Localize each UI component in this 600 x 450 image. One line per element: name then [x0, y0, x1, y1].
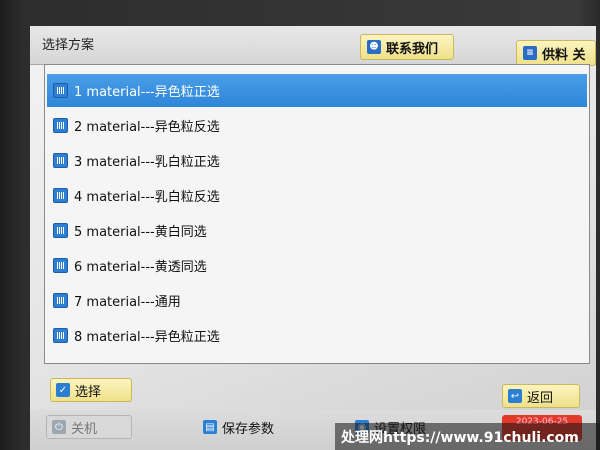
list-item-icon	[53, 223, 68, 238]
hmi-screen: 选择方案 ☻ 联系我们 ≡ 供料 关 1 material---异色粒正选 2 …	[30, 26, 596, 450]
list-item-label: 2 material---异色粒反选	[74, 120, 220, 135]
select-button[interactable]: ✓ 选择	[50, 378, 132, 402]
list-item-icon	[53, 153, 68, 168]
list-item-label: 4 material---乳白粒反选	[74, 190, 220, 205]
shutdown-button[interactable]: ⏻ 关机	[46, 415, 132, 439]
feed-toggle-label: 供料 关	[542, 47, 586, 63]
list-item-icon	[53, 293, 68, 308]
list-item[interactable]: 2 material---异色粒反选	[47, 109, 587, 142]
list-item-label: 3 material---乳白粒正选	[74, 155, 220, 170]
select-label: 选择	[75, 384, 102, 400]
recipe-list: 1 material---异色粒正选 2 material---异色粒反选 3 …	[44, 64, 590, 364]
list-item[interactable]: 5 material---黄白同选	[47, 214, 587, 247]
list-item[interactable]: 7 material---通用	[47, 284, 587, 317]
list-item-label: 6 material---黄透同选	[74, 260, 207, 275]
contact-us-button[interactable]: ☻ 联系我们	[360, 34, 454, 60]
list-item-label: 7 material---通用	[74, 295, 181, 310]
list-item-icon	[53, 188, 68, 203]
list-item-label: 5 material---黄白同选	[74, 225, 207, 240]
check-icon: ✓	[56, 383, 70, 397]
list-item[interactable]: 3 material---乳白粒正选	[47, 144, 587, 177]
list-item[interactable]: 6 material---黄透同选	[47, 249, 587, 282]
list-item-label: 1 material---异色粒正选	[74, 85, 220, 100]
list-item[interactable]: 4 material---乳白粒反选	[47, 179, 587, 212]
save-params-button[interactable]: ▤ 保存参数	[198, 415, 308, 439]
list-item[interactable]: 8 material---异色粒正选	[47, 319, 587, 352]
watermark-text: 处理网https://www.91chuli.com	[341, 429, 579, 446]
save-icon: ▤	[203, 420, 217, 434]
list-item-label: 8 material---异色粒正选	[74, 330, 220, 345]
site-watermark: 处理网https://www.91chuli.com	[335, 423, 600, 450]
list-item-icon	[53, 83, 68, 98]
contact-us-label: 联系我们	[386, 41, 439, 57]
list-item-icon	[53, 328, 68, 343]
back-button[interactable]: ↩ 返回	[502, 384, 580, 408]
list-item-icon	[53, 118, 68, 133]
back-label: 返回	[527, 390, 554, 406]
power-icon: ⏻	[52, 420, 66, 434]
list-item[interactable]: 1 material---异色粒正选	[47, 74, 587, 107]
list-item-icon	[53, 258, 68, 273]
shutdown-label: 关机	[71, 421, 98, 437]
back-arrow-icon: ↩	[508, 389, 522, 403]
person-icon: ☻	[367, 40, 381, 54]
window-title: 选择方案	[42, 38, 95, 53]
title-bar: 选择方案 ☻ 联系我们 ≡ 供料 关	[30, 26, 596, 66]
feed-toggle-button[interactable]: ≡ 供料 关	[516, 40, 596, 66]
feed-icon: ≡	[523, 46, 537, 60]
save-params-label: 保存参数	[222, 421, 275, 437]
